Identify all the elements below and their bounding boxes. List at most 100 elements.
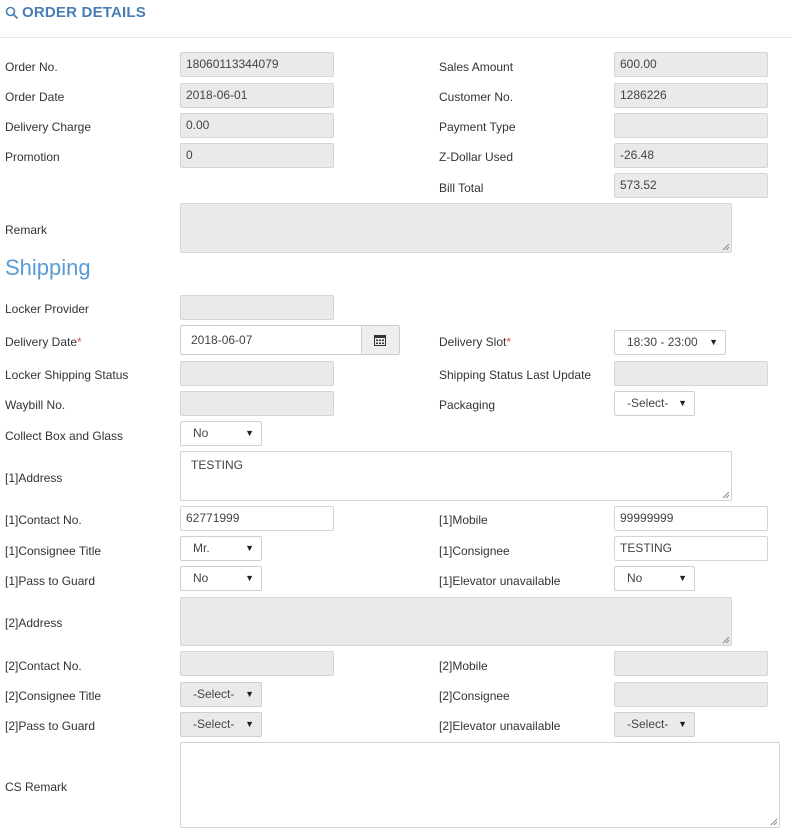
delivery-slot-label-text: Delivery Slot [439, 335, 507, 349]
address2-textarea[interactable] [180, 597, 732, 646]
mobile2-input[interactable] [614, 651, 768, 676]
required-mark: * [506, 335, 512, 349]
status-update-label: Shipping Status Last Update [439, 368, 592, 382]
delivery-charge-label: Delivery Charge [5, 120, 92, 134]
resize-grip-icon[interactable] [722, 491, 730, 499]
calendar-icon [374, 335, 386, 346]
caret-down-icon: ▼ [678, 573, 687, 583]
locker-status-label: Locker Shipping Status [5, 368, 129, 382]
contact1-input[interactable]: 62771999 [180, 506, 334, 531]
mobile1-label: [1]Mobile [439, 513, 488, 527]
collect-box-value: No [193, 426, 209, 440]
contact2-input[interactable] [180, 651, 334, 676]
consignee1-input[interactable]: TESTING [614, 536, 768, 561]
delivery-charge-field: 0.00 [180, 113, 334, 138]
title2-label: [2]Consignee Title [5, 689, 102, 703]
locker-provider-label: Locker Provider [5, 302, 90, 316]
caret-down-icon: ▼ [245, 689, 254, 699]
bill-total-field: 573.52 [614, 173, 768, 198]
waybill-label: Waybill No. [5, 398, 66, 412]
calendar-button[interactable] [361, 326, 399, 354]
guard1-select[interactable]: No ▼ [180, 566, 262, 591]
address2-label: [2]Address [5, 616, 63, 630]
order-date-field: 2018-06-01 [180, 83, 334, 108]
title1-label: [1]Consignee Title [5, 544, 102, 558]
resize-grip-icon [722, 243, 730, 251]
customer-no-field: 1286226 [614, 83, 768, 108]
title2-select[interactable]: -Select- ▼ [180, 682, 262, 707]
status-update-field [614, 361, 768, 386]
delivery-date-label: Delivery Date* [5, 335, 82, 349]
address1-textarea[interactable]: TESTING [180, 451, 732, 501]
title1-value: Mr. [193, 541, 210, 555]
caret-down-icon: ▼ [245, 428, 254, 438]
consignee2-label: [2]Consignee [439, 689, 510, 703]
title2-value: -Select- [193, 687, 235, 701]
locker-status-field [180, 361, 334, 386]
packaging-value: -Select- [627, 396, 669, 410]
locker-provider-field [180, 295, 334, 320]
page-header: ORDER DETAILS [0, 0, 791, 38]
guard1-value: No [193, 571, 209, 585]
resize-grip-icon[interactable] [722, 636, 730, 644]
delivery-date-label-text: Delivery Date [5, 335, 78, 349]
mobile1-input[interactable]: 99999999 [614, 506, 768, 531]
zdollar-field: -26.48 [614, 143, 768, 168]
page-title: ORDER DETAILS [22, 4, 146, 21]
resize-grip-icon[interactable] [770, 818, 778, 826]
guard1-label: [1]Pass to Guard [5, 574, 96, 588]
shipping-section-title: Shipping [5, 255, 91, 280]
title1-select[interactable]: Mr. ▼ [180, 536, 262, 561]
customer-no-label: Customer No. [439, 90, 514, 104]
waybill-field [180, 391, 334, 416]
mobile2-label: [2]Mobile [439, 659, 488, 673]
search-icon [5, 6, 19, 20]
delivery-slot-label: Delivery Slot* [439, 335, 511, 349]
collect-box-label: Collect Box and Glass [5, 429, 124, 443]
remark-textarea [180, 203, 732, 253]
contact2-label: [2]Contact No. [5, 659, 82, 673]
delivery-date-picker[interactable]: 2018-06-07 [180, 325, 400, 355]
consignee1-label: [1]Consignee [439, 544, 510, 558]
zdollar-label: Z-Dollar Used [439, 150, 514, 164]
delivery-date-value[interactable]: 2018-06-07 [191, 326, 252, 354]
guard2-value: -Select- [193, 717, 235, 731]
address1-text: TESTING [191, 458, 244, 472]
order-no-label: Order No. [5, 60, 58, 74]
remark-label: Remark [5, 223, 48, 237]
cs-remark-textarea[interactable] [180, 742, 780, 828]
packaging-label: Packaging [439, 398, 496, 412]
address1-label: [1]Address [5, 471, 63, 485]
delivery-slot-select[interactable]: 18:30 - 23:00 ▼ [614, 330, 726, 355]
elevator2-label: [2]Elevator unavailable [439, 719, 561, 733]
guard2-select[interactable]: -Select- ▼ [180, 712, 262, 737]
promotion-label: Promotion [5, 150, 60, 164]
caret-down-icon: ▼ [709, 337, 718, 347]
caret-down-icon: ▼ [245, 573, 254, 583]
caret-down-icon: ▼ [245, 719, 254, 729]
elevator2-value: -Select- [627, 717, 669, 731]
elevator1-value: No [627, 571, 643, 585]
required-mark: * [77, 335, 82, 349]
caret-down-icon: ▼ [678, 398, 687, 408]
caret-down-icon: ▼ [245, 543, 254, 553]
payment-type-label: Payment Type [439, 120, 516, 134]
order-date-label: Order Date [5, 90, 65, 104]
collect-box-select[interactable]: No ▼ [180, 421, 262, 446]
cs-remark-label: CS Remark [5, 780, 68, 794]
order-no-field: 18060113344079 [180, 52, 334, 77]
sales-amount-label: Sales Amount [439, 60, 514, 74]
promotion-field: 0 [180, 143, 334, 168]
elevator1-select[interactable]: No ▼ [614, 566, 695, 591]
contact1-label: [1]Contact No. [5, 513, 82, 527]
consignee2-input[interactable] [614, 682, 768, 707]
delivery-slot-value: 18:30 - 23:00 [627, 335, 698, 349]
elevator1-label: [1]Elevator unavailable [439, 574, 561, 588]
elevator2-select[interactable]: -Select- ▼ [614, 712, 695, 737]
caret-down-icon: ▼ [678, 719, 687, 729]
bill-total-label: Bill Total [439, 181, 484, 195]
packaging-select[interactable]: -Select- ▼ [614, 391, 695, 416]
payment-type-field [614, 113, 768, 138]
guard2-label: [2]Pass to Guard [5, 719, 96, 733]
sales-amount-field: 600.00 [614, 52, 768, 77]
